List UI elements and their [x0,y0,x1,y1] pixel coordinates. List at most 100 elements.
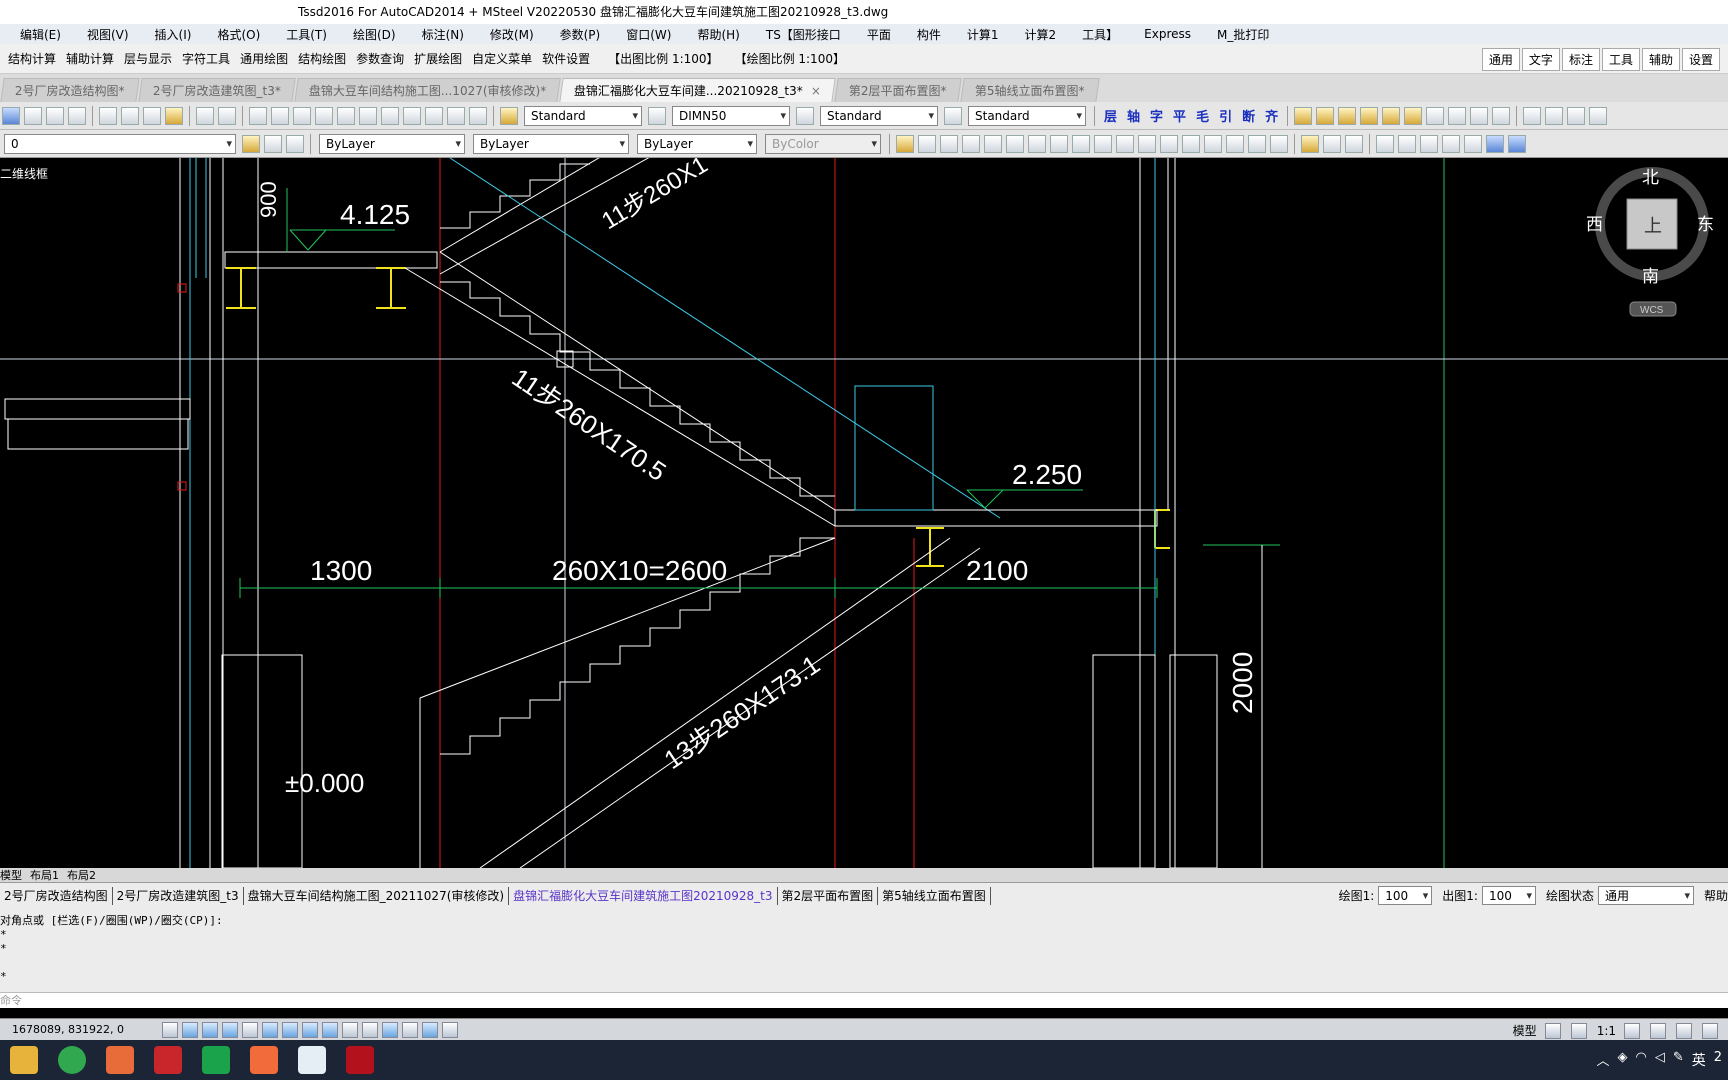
menu-item[interactable]: Express [1144,27,1191,41]
ime-indicator[interactable]: 英 [1692,1050,1706,1070]
ucs-icon[interactable] [1442,134,1460,153]
offset-icon[interactable] [962,134,980,153]
ucs-icon[interactable] [1464,134,1482,153]
block-icon[interactable] [1323,134,1341,153]
cut-icon[interactable] [99,106,117,125]
tool-palettes-icon[interactable] [381,106,399,125]
zoom-icon[interactable] [271,106,289,125]
menu-item[interactable]: 工具】 [1082,26,1118,43]
print-scale-button[interactable]: 【出图比例 1:100】 [608,50,718,67]
explode-icon[interactable] [1270,134,1288,153]
ribbon-item[interactable]: 参数查询 [356,50,404,67]
quick-view-drawings-icon[interactable] [1570,1022,1587,1039]
menu-item[interactable]: M_批打印 [1217,26,1269,43]
mirror-icon[interactable] [940,134,958,153]
ribbon-item[interactable]: 结构计算 [8,50,56,67]
rotate-icon[interactable] [1028,134,1046,153]
dim-style-icon[interactable] [648,106,666,125]
layer-tool-icon[interactable] [1316,106,1335,125]
model-space-button[interactable]: 模型 [1513,1022,1537,1039]
polar-tracking-icon[interactable] [242,1021,258,1038]
help-button[interactable]: 帮助 [1704,887,1728,904]
zoom-window-icon[interactable] [293,106,311,125]
network-icon[interactable]: ◠ [1635,1050,1646,1070]
viewcube-east[interactable]: 东 [1697,215,1714,234]
tssd-text-tool-button[interactable]: 引 [1219,106,1232,125]
drawing-tab[interactable]: 第5轴线立面布置图 [878,886,991,905]
ribbon-item[interactable]: 结构绘图 [298,50,346,67]
layer-properties-icon[interactable] [242,134,260,153]
copy-object-icon[interactable] [918,134,936,153]
doc-tab[interactable]: 第5轴线立面布置图* [959,78,1099,102]
extend-icon[interactable] [1116,134,1134,153]
annotation-scale[interactable]: 1:1 [1597,1024,1616,1038]
tssd-text-tool-button[interactable]: 毛 [1196,106,1209,125]
close-icon[interactable]: × [811,79,821,102]
calculator-icon[interactable] [447,106,465,125]
lineweight-icon[interactable] [362,1021,378,1038]
drawing-canvas[interactable]: 二维线框 4.125 900 11步260X1 11步260X170.5 2.2… [0,158,1728,868]
ortho-mode-icon[interactable] [222,1021,238,1038]
menu-item[interactable]: TS【图形接口 [766,26,841,43]
autocad-icon[interactable] [154,1046,182,1074]
viewport-icon[interactable] [1545,106,1564,125]
ribbon-panel-button[interactable]: 通用 [1481,48,1520,71]
selection-cycling-icon[interactable] [422,1021,438,1038]
file-explorer-icon[interactable] [10,1046,38,1074]
table-style-icon[interactable] [796,106,814,125]
trim-icon[interactable] [1094,134,1112,153]
menu-item[interactable]: 编辑(E) [20,26,61,43]
stretch-icon[interactable] [1072,134,1090,153]
layout-tab[interactable]: 布局2 [67,868,96,882]
tssd-text-tool-button[interactable]: 断 [1242,106,1255,125]
pan-icon[interactable] [249,106,267,125]
tssd-text-tool-button[interactable]: 齐 [1265,106,1278,125]
clock[interactable]: 2 [1714,1050,1722,1070]
undo-icon[interactable] [196,106,214,125]
properties-icon[interactable] [337,106,355,125]
ucs-icon[interactable] [1376,134,1394,153]
multileader-style-icon[interactable] [944,106,962,125]
defender-icon[interactable]: ◈ [1617,1050,1627,1070]
menu-item[interactable]: 工具(T) [286,26,327,43]
annotation-monitor-icon[interactable] [442,1021,458,1038]
ribbon-item[interactable]: 自定义菜单 [472,50,532,67]
array-icon[interactable] [984,134,1002,153]
layer-tool-icon[interactable] [1294,106,1313,125]
quick-properties-icon[interactable] [402,1021,418,1038]
recorder-icon[interactable] [250,1046,278,1074]
layer-tool-icon[interactable] [1448,106,1467,125]
command-input[interactable]: 命令 [0,992,1728,1008]
tray-chevron-icon[interactable]: ︿ [1596,1050,1609,1070]
draw-scale-select[interactable]: 100 [1378,886,1433,905]
lineweight-select[interactable]: ByLayer [637,133,757,154]
ribbon-item[interactable]: 扩展绘图 [414,50,462,67]
fillet-icon[interactable] [1226,134,1244,153]
layout-tab[interactable]: 模型 [0,868,22,882]
workspace-icon[interactable] [1676,1022,1692,1039]
doc-tab[interactable]: 2号厂房改造建筑图_t3* [137,78,296,102]
layer-tool-icon[interactable] [1360,106,1379,125]
tssd-text-tool-button[interactable]: 平 [1173,106,1186,125]
office-icon[interactable] [106,1046,134,1074]
menu-item[interactable]: 标注(N) [422,26,464,43]
menu-item[interactable]: 构件 [917,26,941,43]
paste-icon[interactable] [143,106,161,125]
infer-constraints-icon[interactable] [162,1021,178,1038]
lock-icon[interactable] [1702,1022,1718,1039]
copy-icon[interactable] [121,106,139,125]
layer-previous-icon[interactable] [286,134,304,153]
blend-icon[interactable] [1248,134,1266,153]
viewcube-top-label[interactable]: 上 [1644,216,1662,236]
multileader-style-select[interactable]: Standard [968,105,1086,126]
layer-tool-icon[interactable] [1426,106,1445,125]
grid-display-icon[interactable] [202,1021,218,1038]
menu-item[interactable]: 计算1 [967,26,999,43]
block-icon[interactable] [1345,134,1363,153]
menu-item[interactable]: 绘图(D) [353,26,396,43]
tssd-text-tool-button[interactable]: 轴 [1127,106,1140,125]
layer-tool-icon[interactable] [1470,106,1489,125]
draw-state-select[interactable]: 通用 [1597,886,1694,905]
menu-item[interactable]: 视图(V) [87,26,129,43]
tssd-text-tool-button[interactable]: 层 [1104,106,1117,125]
